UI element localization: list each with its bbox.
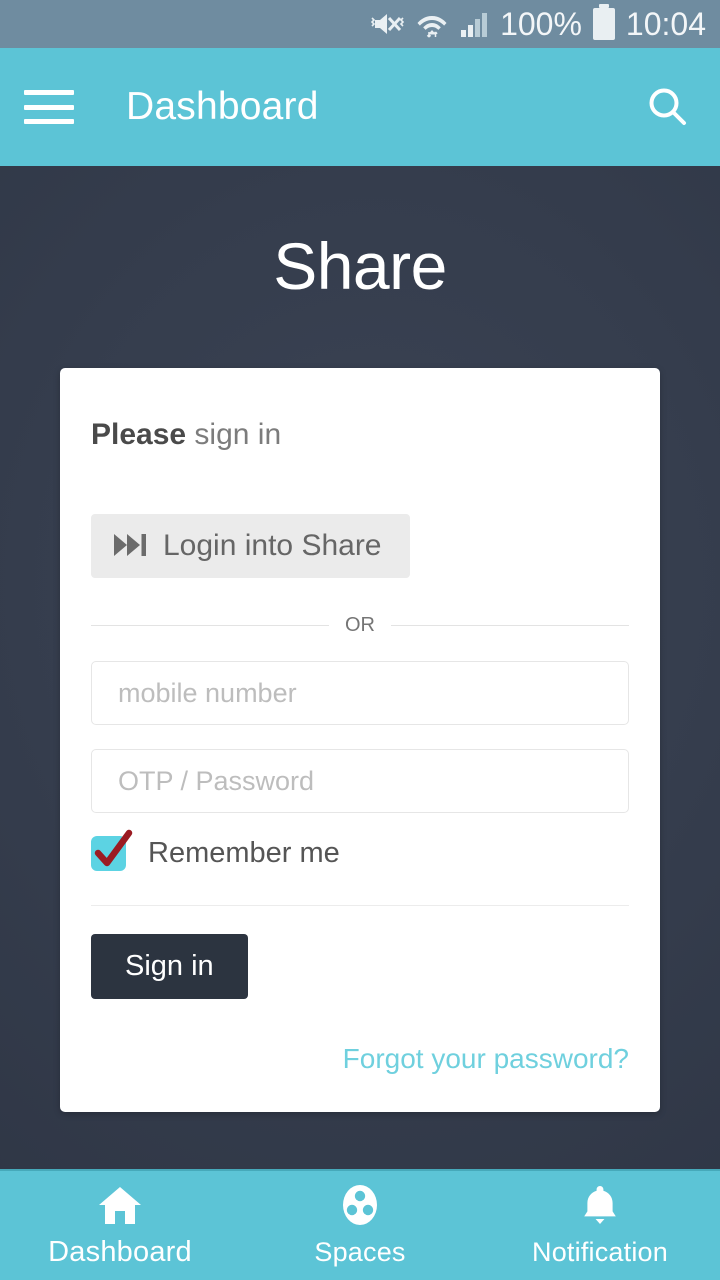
- mobile-screen: 100% 10:04 Dashboard Share Please sign i…: [0, 0, 720, 1280]
- vibrate-mute-icon: [371, 9, 405, 39]
- remember-me-label: Remember me: [148, 837, 340, 869]
- share-heading: Share: [273, 229, 447, 303]
- forgot-password-link[interactable]: Forgot your password?: [343, 1043, 629, 1074]
- otp-password-input[interactable]: [91, 749, 629, 813]
- or-label: OR: [345, 614, 375, 636]
- battery-percent-label: 100%: [500, 6, 582, 42]
- search-icon[interactable]: [642, 81, 694, 133]
- nav-label-dashboard: Dashboard: [48, 1236, 192, 1268]
- login-into-share-button[interactable]: Login into Share: [91, 514, 410, 578]
- app-bar: Dashboard: [0, 48, 720, 166]
- clock-label: 10:04: [625, 6, 706, 42]
- battery-full-icon: [592, 4, 615, 40]
- login-into-share-label: Login into Share: [163, 529, 382, 562]
- mobile-number-input[interactable]: [91, 661, 629, 725]
- or-divider: OR: [91, 614, 629, 637]
- card-heading: Please sign in: [91, 398, 629, 452]
- wifi-icon: [416, 9, 448, 39]
- cellular-signal-icon: [459, 9, 489, 39]
- bell-icon: [578, 1183, 622, 1227]
- main-content: Share Please sign in Login into Share OR: [0, 166, 720, 1169]
- card-divider: [91, 905, 629, 906]
- remember-me-row[interactable]: Remember me: [91, 829, 629, 871]
- nav-item-dashboard[interactable]: Dashboard: [0, 1171, 240, 1280]
- spaces-icon: [337, 1183, 383, 1227]
- remember-me-checkbox[interactable]: [91, 829, 133, 871]
- forgot-password-row: Forgot your password?: [91, 999, 629, 1112]
- sign-in-button[interactable]: Sign in: [91, 934, 248, 999]
- nav-item-notification[interactable]: Notification: [480, 1171, 720, 1280]
- divider-line-left: [91, 625, 329, 626]
- home-icon: [97, 1182, 143, 1226]
- skip-forward-icon: [113, 532, 147, 561]
- page-title: Dashboard: [126, 85, 319, 128]
- hamburger-menu-icon[interactable]: [24, 90, 74, 124]
- divider-line-right: [391, 625, 629, 626]
- bottom-navigation: Dashboard Spaces Notification: [0, 1169, 720, 1280]
- sign-in-card: Please sign in Login into Share OR mobil…: [60, 368, 660, 1112]
- nav-label-notification: Notification: [532, 1237, 668, 1267]
- status-bar: 100% 10:04: [0, 0, 720, 48]
- nav-label-spaces: Spaces: [314, 1237, 406, 1267]
- card-heading-bold: Please: [91, 418, 187, 451]
- checkmark-icon: [94, 829, 133, 867]
- card-heading-rest: sign in: [186, 418, 282, 451]
- nav-item-spaces[interactable]: Spaces: [240, 1171, 480, 1280]
